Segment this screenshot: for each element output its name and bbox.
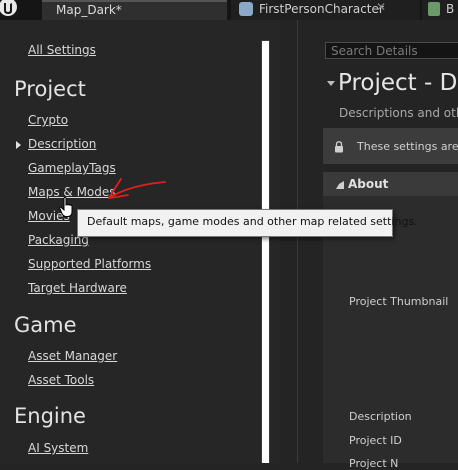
sidebar-item-asset-tools[interactable]: Asset Tools <box>28 373 94 387</box>
expand-arrow-icon <box>336 181 344 189</box>
sidebar-scrollbar-thumb[interactable] <box>262 41 269 463</box>
sidebar-item-gameplay-tags[interactable]: GameplayTags <box>28 161 116 175</box>
tooltip-text: Default maps, game modes and other map r… <box>87 215 418 228</box>
panel-divider[interactable] <box>297 20 298 463</box>
collapse-arrow-icon[interactable] <box>327 81 335 86</box>
tab-label: Map_Dark* <box>56 3 122 17</box>
sidebar-item-crypto[interactable]: Crypto <box>28 113 68 127</box>
section-heading-engine: Engine <box>14 404 86 428</box>
sidebar-item-ai-system[interactable]: AI System <box>28 441 88 455</box>
sidebar-item-target-hardware[interactable]: Target Hardware <box>28 281 127 295</box>
section-heading-game: Game <box>14 313 77 337</box>
tab-blueprint[interactable]: B <box>422 0 458 20</box>
annotation-arrow-icon <box>108 178 166 199</box>
page-description: Descriptions and othe <box>339 106 458 120</box>
settings-notice-text: These settings are s <box>357 140 458 153</box>
property-label-project-thumbnail: Project Thumbnail <box>349 295 449 308</box>
tab-bar: Map_Dark* FirstPersonCharacter ✕ B <box>0 0 458 20</box>
search-details-input[interactable] <box>325 42 458 59</box>
hand-pointer-icon <box>59 196 73 217</box>
all-settings-link[interactable]: All Settings <box>28 43 96 57</box>
section-heading-project: Project <box>14 77 86 101</box>
property-label-project-name: Project N <box>349 457 399 470</box>
about-section-label: About <box>348 177 389 191</box>
page-title: Project - De <box>338 70 458 96</box>
blueprint-icon <box>428 2 440 16</box>
tab-label: FirstPersonCharacter <box>259 2 384 16</box>
unreal-logo-icon <box>0 0 17 16</box>
sidebar-item-description[interactable]: Description <box>28 137 96 151</box>
tab-map-dark[interactable]: Map_Dark* <box>42 0 227 20</box>
tab-first-person-character[interactable]: FirstPersonCharacter <box>231 0 420 20</box>
lock-icon <box>335 141 343 153</box>
property-label-project-id: Project ID <box>349 434 402 447</box>
blueprint-icon <box>239 2 253 16</box>
sidebar-item-supported-platforms[interactable]: Supported Platforms <box>28 257 151 271</box>
sidebar-item-asset-manager[interactable]: Asset Manager <box>28 349 117 363</box>
property-label-description: Description <box>349 410 412 423</box>
close-tab-icon[interactable]: ✕ <box>376 0 386 14</box>
expand-arrow-icon <box>16 141 21 149</box>
tooltip: Default maps, game modes and other map r… <box>77 209 418 237</box>
tab-label: B <box>446 2 455 16</box>
